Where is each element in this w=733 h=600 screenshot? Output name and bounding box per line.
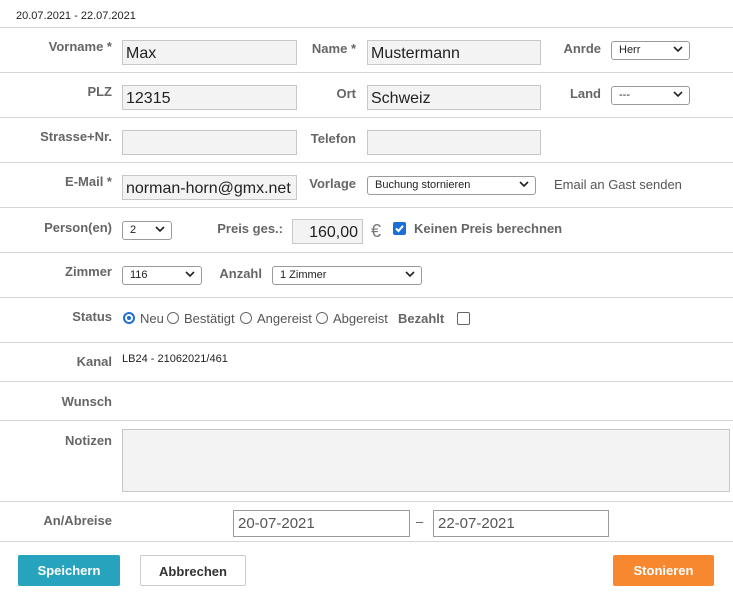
status-radio-abgereist[interactable] xyxy=(316,312,328,324)
notizen-textarea[interactable] xyxy=(122,429,730,492)
zimmer-value: 116 xyxy=(130,269,148,281)
anrede-select[interactable]: Herr xyxy=(611,41,690,60)
kanal-value: LB24 - 21062021/461 xyxy=(122,353,228,365)
strasse-input[interactable] xyxy=(122,130,297,155)
email-label: E-Mail * xyxy=(65,174,112,189)
personen-select[interactable]: 2 xyxy=(122,221,172,240)
divider xyxy=(0,420,733,421)
status-option-label: Angereist xyxy=(257,311,312,326)
check-icon xyxy=(395,225,404,233)
zimmer-select[interactable]: 116 xyxy=(122,266,202,285)
personen-value: 2 xyxy=(130,224,137,236)
chevron-down-icon xyxy=(673,91,683,98)
an-abreise-label: An/Abreise xyxy=(43,513,112,528)
divider xyxy=(0,297,733,298)
name-label: Name * xyxy=(311,41,356,56)
land-label: Land xyxy=(569,86,601,101)
plz-label: PLZ xyxy=(87,84,112,99)
chevron-down-icon xyxy=(185,271,195,278)
preis-input[interactable]: 160,00 xyxy=(292,219,363,244)
bezahlt-label: Bezahlt xyxy=(398,311,445,326)
chevron-down-icon xyxy=(519,181,529,188)
land-value: --- xyxy=(619,89,630,101)
status-option-label: Abgereist xyxy=(333,311,388,326)
status-radio-neu[interactable] xyxy=(123,312,135,324)
status-option-label: Neu xyxy=(140,311,164,326)
arrival-date-input[interactable]: 20-07-2021 xyxy=(233,510,410,537)
chevron-down-icon xyxy=(673,46,683,53)
vorlage-select[interactable]: Buchung stornieren xyxy=(367,176,536,195)
telefon-input[interactable] xyxy=(367,130,541,155)
land-select[interactable]: --- xyxy=(611,86,690,105)
anzahl-value: 1 Zimmer xyxy=(280,269,327,281)
vorlage-value: Buchung stornieren xyxy=(375,179,471,191)
telefon-label: Telefon xyxy=(310,131,356,146)
status-label: Status xyxy=(72,309,112,324)
storno-button[interactable]: Stonieren xyxy=(613,555,714,586)
departure-date-input[interactable]: 22-07-2021 xyxy=(433,510,609,537)
status-radio-bestaetigt[interactable] xyxy=(167,312,179,324)
divider xyxy=(0,541,733,542)
divider xyxy=(0,162,733,163)
email-input[interactable]: norman-horn@gmx.net xyxy=(122,175,297,200)
divider xyxy=(0,252,733,253)
anrede-value: Herr xyxy=(619,44,641,56)
vorname-input[interactable]: Max xyxy=(122,40,297,65)
date-separator: – xyxy=(416,514,424,529)
notizen-label: Notizen xyxy=(65,433,112,448)
divider xyxy=(0,381,733,382)
status-option-label: Bestätigt xyxy=(184,311,235,326)
strasse-label: Strasse+Nr. xyxy=(40,129,112,144)
kein-preis-label: Keinen Preis berechnen xyxy=(414,221,563,236)
anzahl-label: Anzahl xyxy=(219,266,262,281)
currency-symbol: € xyxy=(371,221,382,241)
status-radio-angereist[interactable] xyxy=(240,312,252,324)
divider xyxy=(0,72,733,73)
divider xyxy=(0,27,733,28)
divider xyxy=(0,117,733,118)
divider xyxy=(0,501,733,502)
anzahl-select[interactable]: 1 Zimmer xyxy=(272,266,422,285)
divider xyxy=(0,342,733,343)
email-send-link[interactable]: Email an Gast senden xyxy=(554,177,682,192)
chevron-down-icon xyxy=(405,271,415,278)
plz-input[interactable]: 12315 xyxy=(122,85,297,110)
divider xyxy=(0,207,733,208)
vorlage-label: Vorlage xyxy=(309,176,356,191)
anrede-label: Anrde xyxy=(563,41,601,56)
preis-label: Preis ges.: xyxy=(217,221,283,236)
kein-preis-checkbox[interactable] xyxy=(393,222,406,235)
zimmer-label: Zimmer xyxy=(65,264,112,279)
save-button[interactable]: Speichern xyxy=(18,555,120,586)
ort-label: Ort xyxy=(336,86,357,101)
name-input[interactable]: Mustermann xyxy=(367,40,541,65)
cancel-button[interactable]: Abbrechen xyxy=(140,555,246,586)
kanal-label: Kanal xyxy=(76,354,112,369)
bezahlt-checkbox[interactable] xyxy=(457,312,470,325)
ort-input[interactable]: Schweiz xyxy=(367,85,541,110)
date-range: 20.07.2021 - 22.07.2021 xyxy=(16,10,136,22)
personen-label: Person(en) xyxy=(44,220,112,235)
wunsch-label: Wunsch xyxy=(61,394,112,409)
vorname-label: Vorname * xyxy=(48,39,112,54)
chevron-down-icon xyxy=(155,226,165,233)
